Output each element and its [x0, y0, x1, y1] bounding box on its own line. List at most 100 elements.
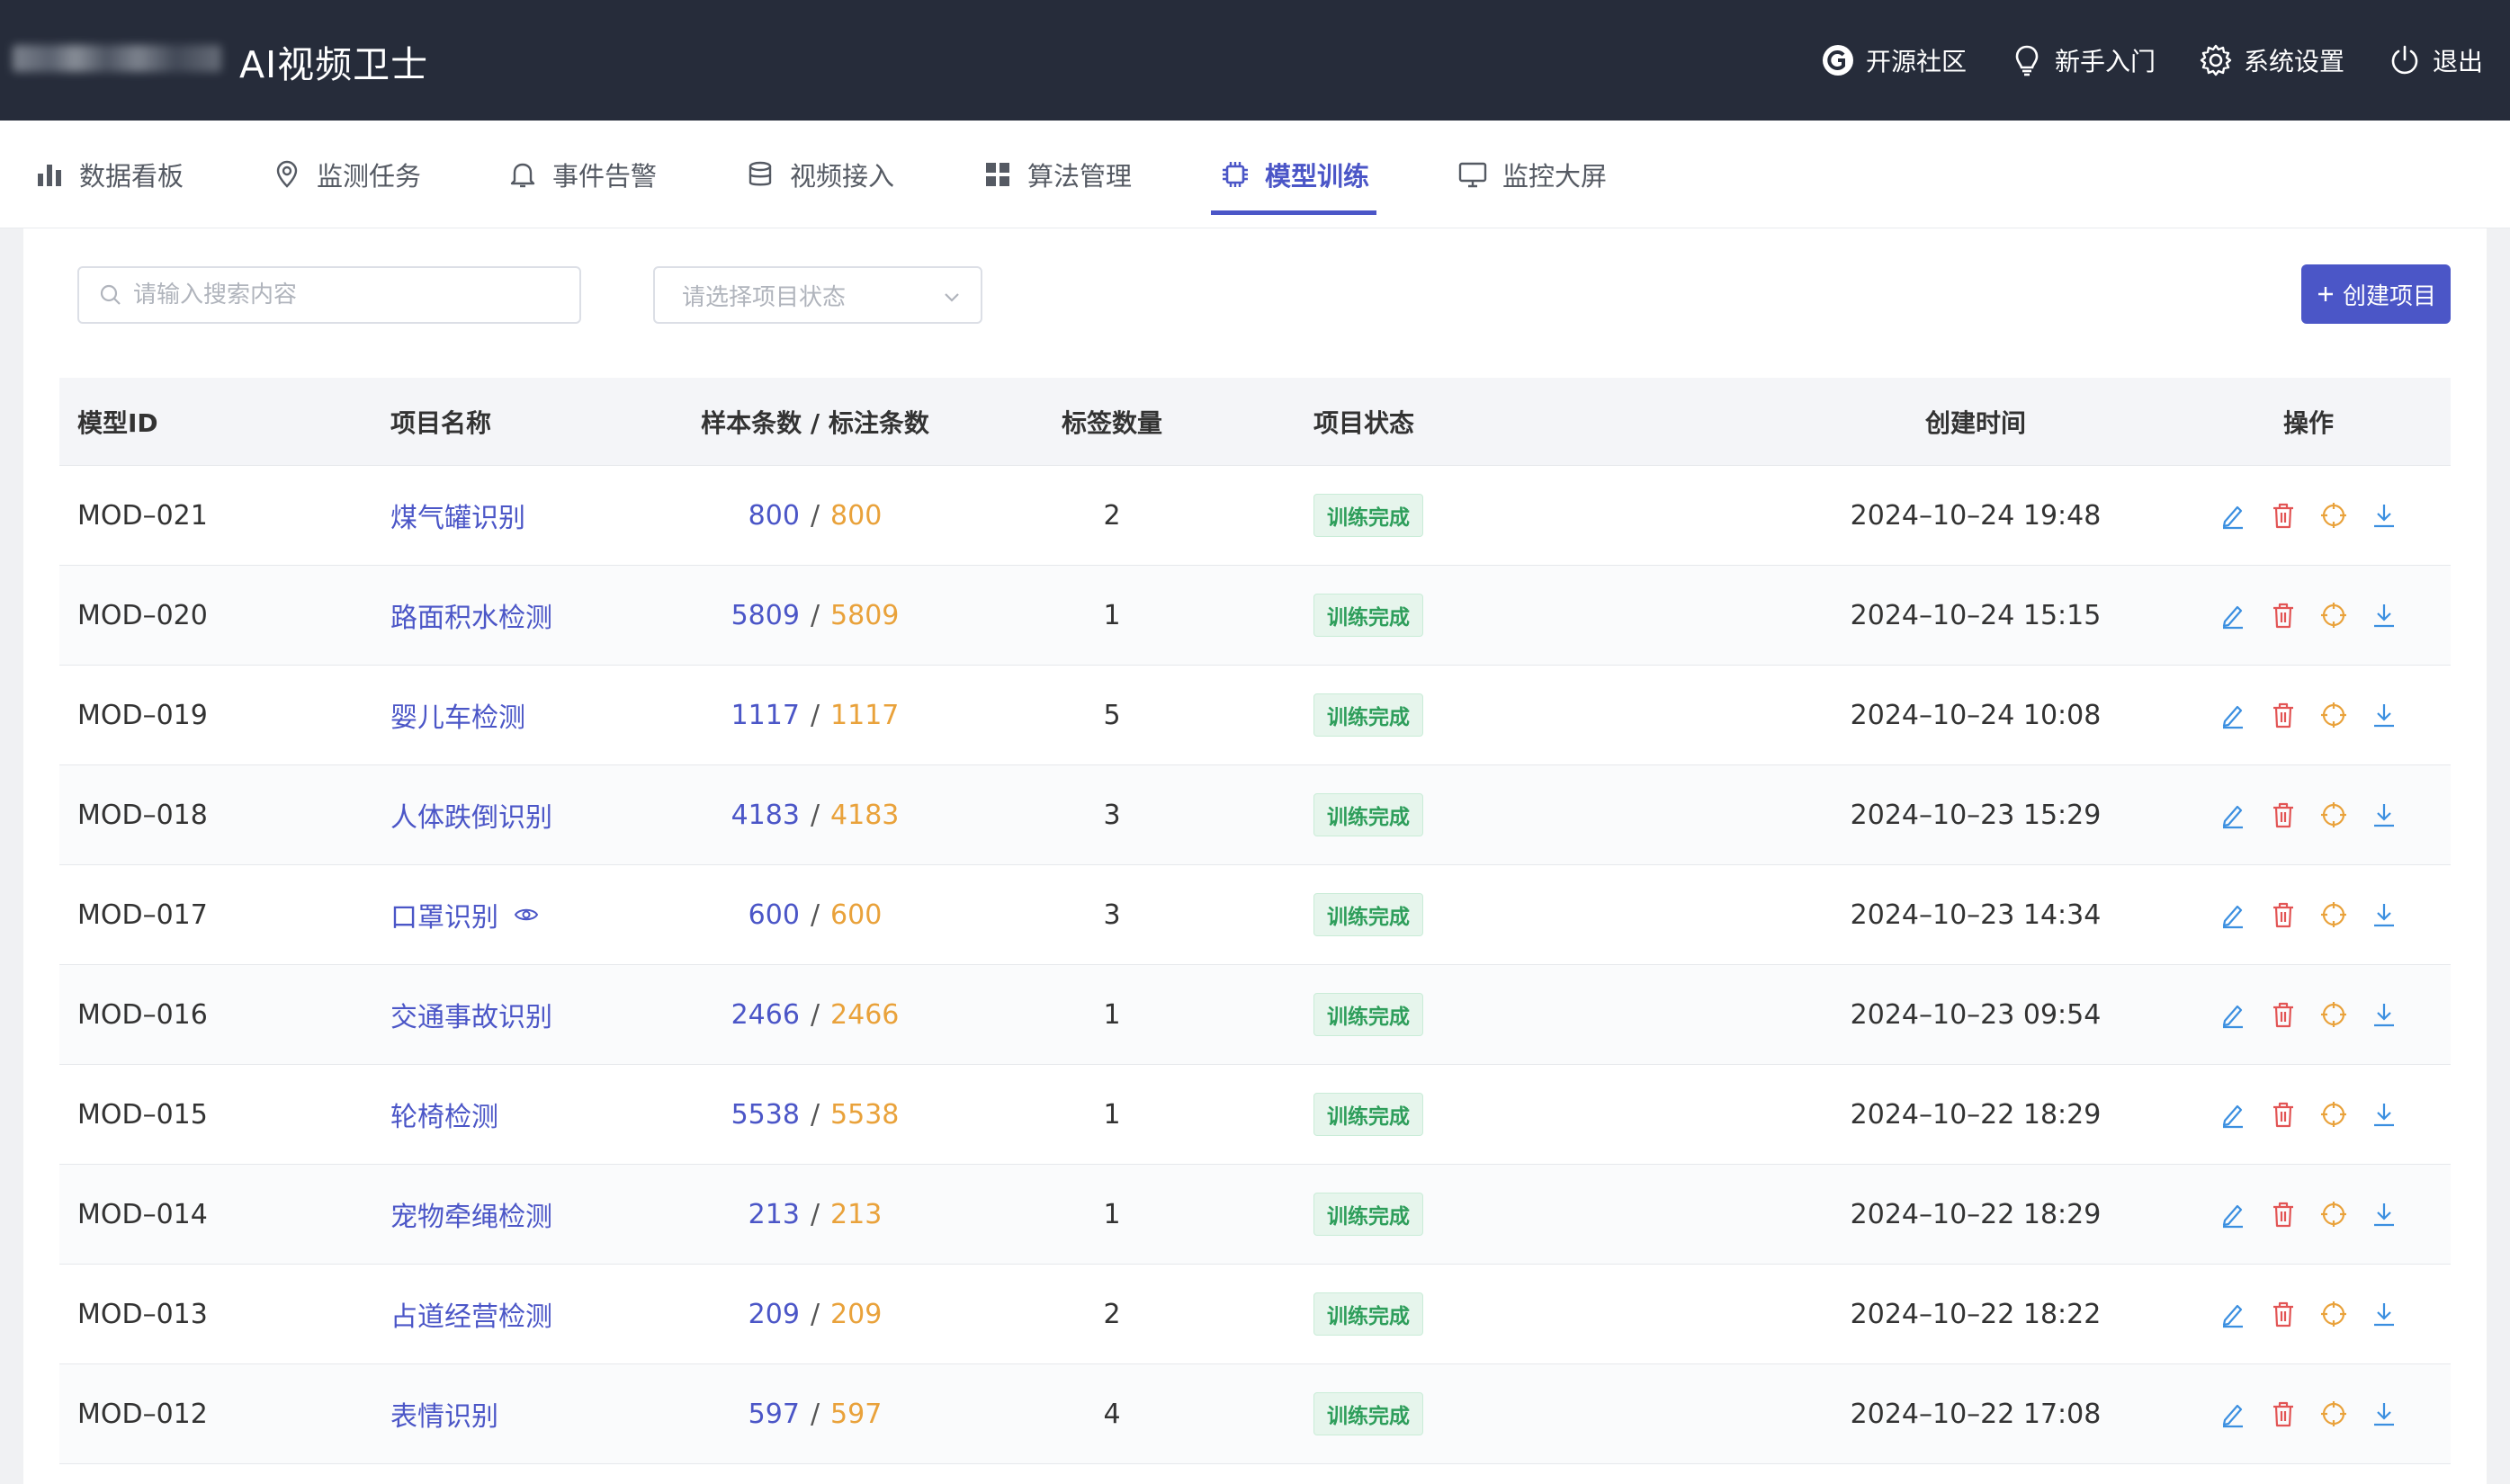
community-link[interactable]: 开源社区 [1821, 42, 1967, 78]
community-label: 开源社区 [1865, 47, 1967, 76]
location-pin-icon [276, 160, 298, 188]
delete-icon[interactable] [2268, 600, 2299, 630]
table-row: MOD–018 人体跌倒识别 4183 / 4183 3 训练完成 2024–10–23 15… [59, 765, 2451, 865]
nav-monitor-tasks[interactable]: 监测任务 [272, 121, 421, 228]
bell-icon [510, 163, 535, 188]
annotation-count: 4183 [830, 799, 900, 831]
sample-count: 600 [748, 898, 800, 931]
logo [13, 45, 221, 72]
count-separator: / [810, 499, 820, 532]
sample-count: 597 [748, 1398, 800, 1430]
table-row: MOD–020 路面积水检测 5809 / 5809 1 训练完成 2024–10–24 15… [59, 566, 2451, 666]
nav-dashboard[interactable]: 数据看板 [34, 121, 184, 228]
counts-cell: 600 / 600 [599, 865, 1031, 964]
delete-icon[interactable] [2268, 1099, 2299, 1130]
train-target-icon[interactable] [2318, 500, 2349, 531]
count-separator: / [810, 799, 820, 831]
delete-icon[interactable] [2268, 1199, 2299, 1229]
train-target-icon[interactable] [2318, 700, 2349, 730]
train-target-icon[interactable] [2318, 899, 2349, 930]
row-actions [2201, 1065, 2416, 1164]
logout-link[interactable]: 退出 [2388, 42, 2483, 78]
train-target-icon[interactable] [2318, 999, 2349, 1030]
project-name-link[interactable]: 交通事故识别 [390, 995, 552, 1034]
train-target-icon[interactable] [2318, 1299, 2349, 1329]
created-time: 2024–10–23 09:54 [1850, 998, 2102, 1031]
search-box[interactable] [77, 266, 581, 324]
train-target-icon[interactable] [2318, 1399, 2349, 1429]
download-icon[interactable] [2369, 800, 2399, 830]
search-input[interactable] [133, 282, 547, 308]
label-count: 1 [1103, 599, 1121, 631]
delete-icon[interactable] [2268, 1299, 2299, 1329]
nav-monitor-screen[interactable]: 监控大屏 [1457, 121, 1607, 228]
nav-algorithm-management[interactable]: 算法管理 [982, 121, 1132, 228]
edit-icon[interactable] [2218, 600, 2248, 630]
download-icon[interactable] [2369, 899, 2399, 930]
sample-count: 4183 [731, 799, 800, 831]
train-target-icon[interactable] [2318, 800, 2349, 830]
created-time: 2024–10–22 18:29 [1850, 1098, 2102, 1131]
nav-event-alerts-label: 事件告警 [552, 161, 658, 192]
delete-icon[interactable] [2268, 800, 2299, 830]
settings-link[interactable]: 系统设置 [2199, 42, 2344, 78]
project-name-link[interactable]: 轮椅检测 [390, 1095, 498, 1134]
download-icon[interactable] [2369, 700, 2399, 730]
train-target-icon[interactable] [2318, 1199, 2349, 1229]
counts-cell: 800 / 800 [599, 466, 1031, 565]
download-icon[interactable] [2369, 1299, 2399, 1329]
edit-icon[interactable] [2218, 1099, 2248, 1130]
download-icon[interactable] [2369, 600, 2399, 630]
status-badge: 训练完成 [1313, 793, 1423, 836]
download-icon[interactable] [2369, 1099, 2399, 1130]
created-time: 2024–10–22 18:22 [1850, 1298, 2102, 1330]
sample-count: 1117 [731, 699, 800, 731]
edit-icon[interactable] [2218, 999, 2248, 1030]
delete-icon[interactable] [2268, 899, 2299, 930]
table-row: MOD–012 表情识别 597 / 597 4 训练完成 2024–10–22 17:08 [59, 1364, 2451, 1464]
count-separator: / [810, 1198, 820, 1230]
label-count: 1 [1103, 998, 1121, 1031]
download-icon[interactable] [2369, 1199, 2399, 1229]
sample-count: 5538 [731, 1098, 800, 1131]
settings-label: 系统设置 [2243, 47, 2344, 76]
edit-icon[interactable] [2218, 500, 2248, 531]
nav-algorithm-management-label: 算法管理 [1027, 161, 1133, 192]
delete-icon[interactable] [2268, 500, 2299, 531]
edit-icon[interactable] [2218, 700, 2248, 730]
project-name-link[interactable]: 煤气罐识别 [390, 496, 525, 535]
eye-icon[interactable] [513, 901, 540, 928]
nav-event-alerts[interactable]: 事件告警 [507, 121, 657, 228]
edit-icon[interactable] [2218, 1399, 2248, 1429]
project-name-link[interactable]: 路面积水检测 [390, 595, 552, 635]
edit-icon[interactable] [2218, 1199, 2248, 1229]
project-status-select[interactable]: 请选择项目状态 [653, 266, 982, 324]
delete-icon[interactable] [2268, 700, 2299, 730]
project-name-link[interactable]: 婴儿车检测 [390, 695, 525, 735]
download-icon[interactable] [2369, 500, 2399, 531]
project-name-link[interactable]: 表情识别 [390, 1394, 498, 1434]
annotation-count: 5538 [830, 1098, 900, 1131]
counts-cell: 5809 / 5809 [599, 566, 1031, 665]
table-row: MOD–015 轮椅检测 5538 / 5538 1 训练完成 2024–10–22 18:2… [59, 1065, 2451, 1165]
delete-icon[interactable] [2268, 999, 2299, 1030]
project-name-link[interactable]: 宠物牵绳检测 [390, 1194, 552, 1234]
project-name-link[interactable]: 占道经营检测 [390, 1294, 552, 1334]
annotation-count: 1117 [830, 699, 900, 731]
header-counts: 样本条数 / 标注条数 [701, 407, 929, 438]
train-target-icon[interactable] [2318, 600, 2349, 630]
project-name-cell: 宠物牵绳检测 [390, 1165, 552, 1264]
nav-video-access[interactable]: 视频接入 [745, 121, 894, 228]
project-name-link[interactable]: 人体跌倒识别 [390, 795, 552, 835]
edit-icon[interactable] [2218, 1299, 2248, 1329]
edit-icon[interactable] [2218, 899, 2248, 930]
create-project-button[interactable]: 创建项目 [2301, 264, 2451, 324]
download-icon[interactable] [2369, 1399, 2399, 1429]
getting-started-link[interactable]: 新手入门 [2010, 42, 2156, 78]
delete-icon[interactable] [2268, 1399, 2299, 1429]
status-badge: 训练完成 [1313, 494, 1423, 537]
project-name-link[interactable]: 口罩识别 [390, 895, 498, 934]
edit-icon[interactable] [2218, 800, 2248, 830]
train-target-icon[interactable] [2318, 1099, 2349, 1130]
download-icon[interactable] [2369, 999, 2399, 1030]
